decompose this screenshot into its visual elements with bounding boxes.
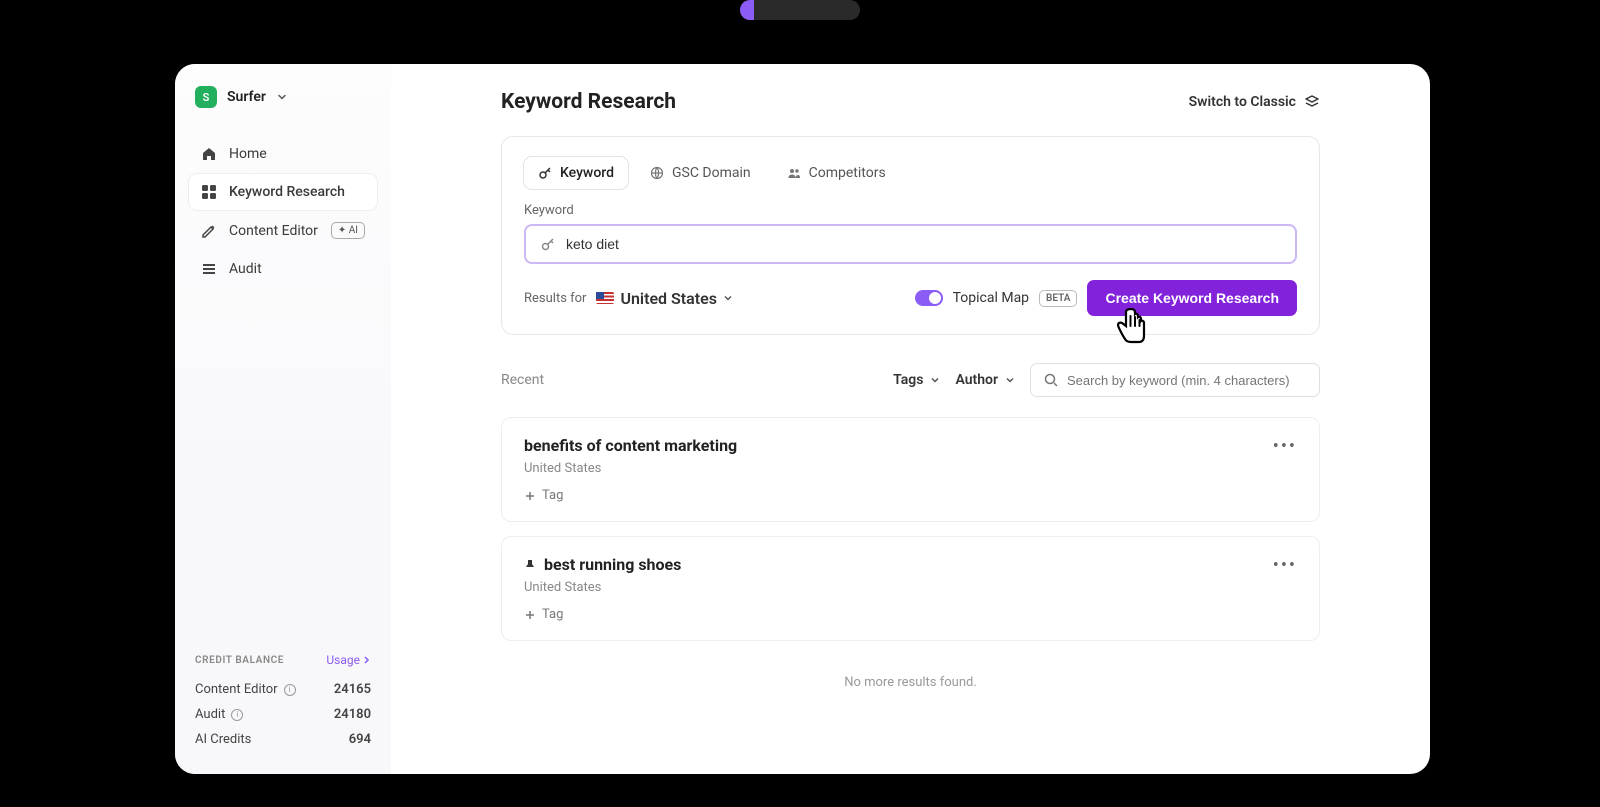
keyword-label: Keyword [524,203,1297,218]
list-icon [201,261,217,277]
brand-name: Surfer [227,89,266,105]
search-input[interactable] [1067,373,1307,388]
key-icon [538,166,552,180]
home-icon [201,146,217,162]
author-dropdown[interactable]: Author [955,372,1016,388]
info-icon[interactable]: i [231,709,243,721]
more-options-button[interactable]: ••• [1273,555,1297,576]
no-more-results: No more results found. [501,655,1320,710]
layers-icon [1304,94,1320,110]
search-icon [1043,372,1059,388]
credit-label: Audit [195,707,225,722]
sidebar-item-content-editor[interactable]: Content Editor ✦ AI [189,212,377,249]
tags-dropdown[interactable]: Tags [893,372,941,388]
keyword-card: Keyword GSC Domain Competitors Keyword [501,136,1320,335]
sidebar-item-label: Keyword Research [229,184,345,200]
chevron-down-icon [276,91,288,103]
result-location: United States [524,580,681,595]
sidebar-item-keyword-research[interactable]: Keyword Research [189,174,377,210]
sidebar-item-label: Audit [229,261,262,277]
add-tag-button[interactable]: Tag [524,607,681,622]
recent-label: Recent [501,372,544,388]
credit-title: CREDIT BALANCE [195,655,284,666]
search-box[interactable] [1030,363,1320,397]
credit-row-ai-credits: AI Credits 694 [195,727,371,752]
result-card[interactable]: best running shoes United States Tag ••• [501,536,1320,641]
app-window: S Surfer Home Keyword Research [175,64,1430,774]
brand-selector[interactable]: S Surfer [189,82,377,126]
tab-gsc-domain[interactable]: GSC Domain [636,157,765,189]
credit-value: 24180 [334,707,371,722]
sidebar-item-audit[interactable]: Audit [189,251,377,287]
brand-badge: S [195,86,217,108]
input-tabs: Keyword GSC Domain Competitors [524,157,1297,189]
outer-frame: S Surfer Home Keyword Research [0,26,1600,807]
more-options-button[interactable]: ••• [1273,436,1297,457]
sidebar-item-label: Content Editor [229,223,318,239]
sidebar-item-home[interactable]: Home [189,136,377,172]
results-for: Results for [524,291,586,306]
plus-icon [524,490,536,502]
result-location: United States [524,461,737,476]
chevron-down-icon [929,374,941,386]
grid-icon [201,184,217,200]
sidebar: S Surfer Home Keyword Research [175,64,391,774]
chevron-down-icon [1004,374,1016,386]
result-card[interactable]: benefits of content marketing United Sta… [501,417,1320,522]
credit-value: 694 [349,732,371,747]
beta-badge: BETA [1039,290,1077,307]
tab-competitors[interactable]: Competitors [773,157,900,189]
tab-keyword[interactable]: Keyword [524,157,628,189]
sidebar-nav: Home Keyword Research Content Editor ✦ A… [189,136,377,287]
plus-icon [524,609,536,621]
edit-icon [201,223,217,239]
switch-to-classic[interactable]: Switch to Classic [1189,94,1320,110]
pin-icon [524,559,536,571]
info-icon[interactable]: i [284,684,296,696]
cursor-icon [1115,308,1149,346]
globe-icon [650,166,664,180]
credit-label: AI Credits [195,732,251,747]
credit-label: Content Editor [195,682,278,697]
create-keyword-research-button[interactable]: Create Keyword Research [1087,280,1297,316]
topical-map-label: Topical Map [953,290,1029,306]
ai-badge: ✦ AI [331,222,365,239]
key-icon [540,236,556,252]
users-icon [787,166,801,180]
page-title: Keyword Research [501,90,676,114]
result-title: benefits of content marketing [524,436,737,455]
usage-link[interactable]: Usage [326,653,371,667]
main-content: Keyword Research Switch to Classic Keywo… [391,64,1430,774]
chevron-right-icon [363,655,371,665]
keyword-input-wrap[interactable] [524,224,1297,264]
credit-balance: CREDIT BALANCE Usage Content Editor i 24… [189,649,377,756]
result-title: best running shoes [524,555,681,574]
credit-row-content-editor: Content Editor i 24165 [195,677,371,702]
topical-map-toggle[interactable] [915,290,943,306]
keyword-input[interactable] [566,236,1281,252]
browser-pill [740,0,860,20]
sidebar-item-label: Home [229,146,267,162]
browser-top-bar [0,0,1600,26]
us-flag-icon [596,292,614,304]
credit-row-audit: Audit i 24180 [195,702,371,727]
chevron-down-icon [723,293,733,303]
add-tag-button[interactable]: Tag [524,488,737,503]
country-selector[interactable]: United States [596,289,733,308]
credit-value: 24165 [334,682,371,697]
